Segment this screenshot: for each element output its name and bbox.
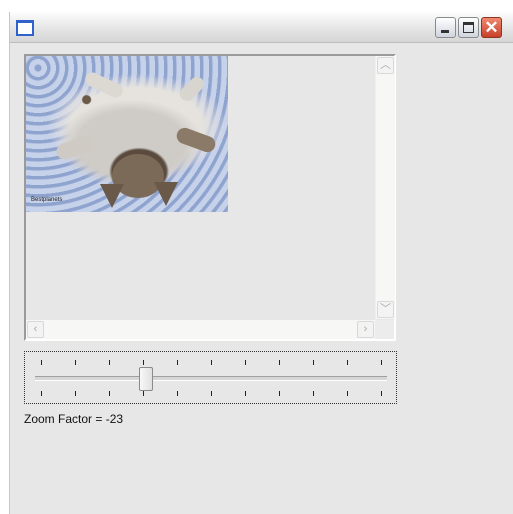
scroll-up-button[interactable]: ︿ xyxy=(377,57,394,74)
scrollbar-corner xyxy=(375,320,394,339)
image-detail xyxy=(100,184,124,208)
image-detail xyxy=(82,70,126,100)
slider-tick xyxy=(313,360,314,365)
image-detail xyxy=(154,182,178,206)
window-icon xyxy=(16,20,34,36)
scroll-down-button[interactable]: ﹀ xyxy=(377,301,394,318)
slider-tick xyxy=(245,391,246,396)
title-bar[interactable]: ✕ xyxy=(10,12,513,43)
slider-tick xyxy=(381,391,382,396)
scroll-left-button[interactable]: ‹ xyxy=(27,321,44,338)
slider-tick xyxy=(41,360,42,365)
minimize-icon xyxy=(441,30,449,33)
slider-tick xyxy=(211,360,212,365)
close-icon: ✕ xyxy=(484,18,499,37)
slider-tick xyxy=(279,360,280,365)
slider-tick xyxy=(75,360,76,365)
slider-tick xyxy=(75,391,76,396)
maximize-icon xyxy=(463,22,474,33)
slider-tick xyxy=(177,391,178,396)
scroll-right-button[interactable]: › xyxy=(357,321,374,338)
slider-tick xyxy=(347,360,348,365)
slider-tick xyxy=(109,391,110,396)
horizontal-scrollbar[interactable]: ‹ › xyxy=(26,320,375,339)
slider-tick xyxy=(381,360,382,365)
slider-thumb[interactable] xyxy=(139,367,153,391)
minimize-button[interactable] xyxy=(435,17,456,38)
maximize-button[interactable] xyxy=(458,17,479,38)
vertical-scrollbar[interactable]: ︿ ﹀ xyxy=(375,56,395,319)
close-button[interactable]: ✕ xyxy=(481,17,502,38)
kitten-image: Bestplanets xyxy=(26,56,228,212)
slider-tick xyxy=(313,391,314,396)
slider-tick xyxy=(279,391,280,396)
slider-tick xyxy=(41,391,42,396)
zoom-slider[interactable] xyxy=(24,351,397,404)
zoom-factor-label: Zoom Factor = -23 xyxy=(24,412,124,426)
image-detail xyxy=(177,74,207,104)
slider-tick xyxy=(177,360,178,365)
slider-tick xyxy=(143,360,144,365)
slider-tick xyxy=(245,360,246,365)
slider-track xyxy=(35,376,387,381)
image-scroll-view[interactable]: Bestplanets ︿ ﹀ ‹ › xyxy=(24,54,396,341)
slider-tick xyxy=(211,391,212,396)
image-watermark: Bestplanets xyxy=(31,197,63,203)
slider-tick xyxy=(109,360,110,365)
image-detail xyxy=(174,125,218,155)
slider-tick xyxy=(347,391,348,396)
slider-tick xyxy=(143,391,144,396)
image-detail xyxy=(54,134,94,162)
